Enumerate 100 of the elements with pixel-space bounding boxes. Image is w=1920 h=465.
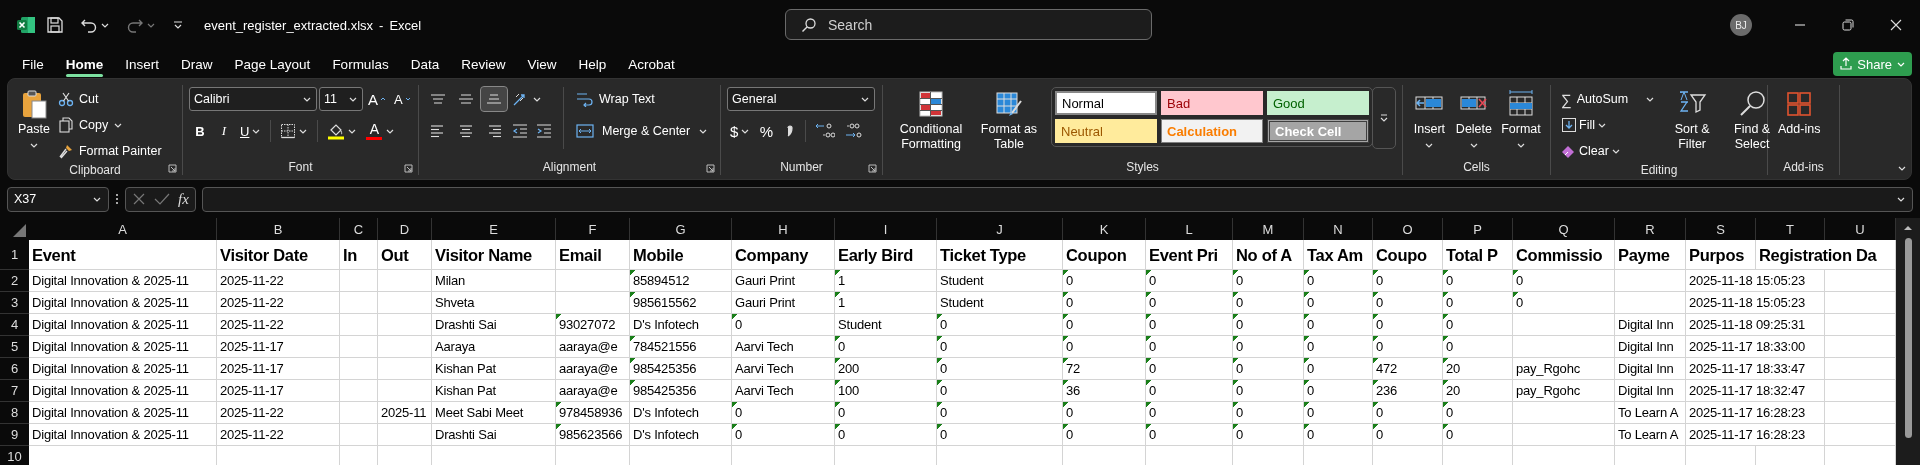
table-cell: 784521556	[630, 336, 732, 358]
table-cell: Digital Inn	[1615, 336, 1686, 358]
table-cell: 978458936	[556, 402, 630, 424]
table-brush-icon	[994, 89, 1024, 119]
table-cell: 0	[1373, 336, 1443, 358]
row-header[interactable]: 4	[0, 314, 29, 336]
merge-center-button[interactable]: Merge & Center	[572, 119, 713, 143]
insert-function-button[interactable]: fx	[178, 190, 189, 208]
more-icon	[1379, 113, 1389, 123]
grow-font-button[interactable]: A	[365, 87, 389, 111]
table-cell: 20	[1443, 380, 1513, 402]
number-format-dropdown[interactable]: General	[727, 87, 875, 111]
dialog-launcher-icon[interactable]	[404, 164, 413, 173]
ribbon-tab[interactable]: Draw	[170, 50, 224, 78]
ribbon-tab[interactable]: Formulas	[321, 50, 400, 78]
currency-button[interactable]: $	[727, 119, 754, 143]
paste-button[interactable]: Paste	[14, 87, 54, 152]
italic-button[interactable]: I	[213, 119, 235, 143]
format-button[interactable]: Format	[1498, 87, 1544, 152]
caret-icon	[172, 19, 184, 31]
ribbon-tab[interactable]: Acrobat	[617, 50, 686, 78]
formula-input[interactable]	[201, 186, 1913, 212]
table-cell: 0	[1233, 424, 1304, 446]
underline-button[interactable]: U	[237, 119, 265, 143]
lines-icon	[486, 123, 502, 139]
close-icon	[1890, 19, 1902, 31]
table-cell: Digital Innovation & 2025-11	[29, 380, 217, 402]
cell-style-swatch[interactable]: Neutral	[1055, 119, 1157, 143]
table-cell: Purpos	[1686, 240, 1756, 270]
ribbon-tab[interactable]: Insert	[114, 50, 171, 78]
dialog-launcher-icon[interactable]	[168, 164, 177, 173]
font-color-button[interactable]: A	[362, 119, 399, 143]
table-cell: 0	[1233, 402, 1304, 424]
cut-button[interactable]: Cut	[53, 87, 166, 111]
scrollbar-thumb[interactable]	[1904, 238, 1912, 438]
table-cell: Email	[556, 240, 630, 270]
row-header[interactable]: 5	[0, 336, 29, 358]
scroll-up-icon[interactable]	[1903, 224, 1913, 232]
table-cell: 0	[937, 314, 1063, 336]
conditional-formatting-button[interactable]: Conditional Formatting	[889, 87, 973, 154]
row-header[interactable]: 2	[0, 270, 29, 292]
clear-button[interactable]: Clear	[1557, 139, 1660, 163]
row-header[interactable]: 10	[0, 446, 29, 465]
font-size-dropdown[interactable]: 11	[319, 87, 363, 111]
add-ins-button[interactable]: Add-ins	[1774, 87, 1825, 139]
font-name-dropdown[interactable]: Calibri	[189, 87, 317, 111]
row-header[interactable]: 7	[0, 380, 29, 402]
bold-button[interactable]: B	[189, 119, 211, 143]
table-cell: 0	[1146, 358, 1233, 380]
indent-lines-icon	[512, 123, 528, 139]
ribbon-tab[interactable]: View	[516, 50, 568, 78]
ribbon-tab[interactable]: Page Layout	[223, 50, 322, 78]
more-options-icon[interactable]	[115, 192, 119, 206]
search-field[interactable]: Search	[785, 9, 1152, 40]
fill-button[interactable]: Fill	[1557, 113, 1660, 137]
wrap-lines-icon	[576, 91, 594, 107]
cell-style-swatch[interactable]: Bad	[1161, 91, 1263, 115]
row-header[interactable]: 3	[0, 292, 29, 314]
paintbrush-icon	[57, 143, 74, 159]
bottom-align-button[interactable]	[481, 87, 507, 111]
dialog-launcher-icon[interactable]	[706, 164, 715, 173]
row-header[interactable]: 9	[0, 424, 29, 446]
table-cell: 985615562	[630, 292, 732, 314]
dialog-launcher-icon[interactable]	[868, 164, 877, 173]
table-cell: 0	[1373, 402, 1443, 424]
table-cell: 0	[1443, 424, 1513, 446]
table-cell: Digital Innovation & 2025-11	[29, 358, 217, 380]
ribbon-tab[interactable]: File	[11, 50, 55, 78]
enter-button[interactable]	[154, 192, 170, 206]
copy-button[interactable]: Copy	[53, 113, 166, 137]
row-header[interactable]: 8	[0, 402, 29, 424]
name-box[interactable]: X37	[7, 186, 109, 212]
cancel-button[interactable]	[132, 192, 146, 206]
cell-style-swatch[interactable]: Normal	[1055, 91, 1157, 115]
insert-button[interactable]: Insert	[1409, 87, 1450, 152]
ribbon-tab[interactable]: Help	[567, 50, 618, 78]
table-cell: Ticket Type	[937, 240, 1063, 270]
table-cell: 2025-11-17	[217, 358, 340, 380]
table-cell: 2025-11-22	[217, 424, 340, 446]
ribbon-tab[interactable]: Data	[399, 50, 451, 78]
row-header[interactable]: 6	[0, 358, 29, 380]
restore-icon	[1842, 19, 1854, 31]
format-as-table-button[interactable]: Format as Table	[973, 87, 1045, 154]
autosum-button[interactable]: ∑ AutoSum	[1557, 87, 1660, 111]
sort-filter-button[interactable]: Sort & Filter	[1665, 87, 1720, 154]
table-cell: Digital Innovation & 2025-11	[29, 292, 217, 314]
ribbon-tab[interactable]: Home	[54, 50, 115, 78]
wrap-text-button[interactable]: Wrap Text	[572, 87, 713, 111]
table-cell: 0	[1443, 270, 1513, 292]
delete-button[interactable]: Delete	[1451, 87, 1496, 152]
table-cell: Visitor Date	[217, 240, 340, 270]
cell-style-swatch[interactable]: Good	[1267, 91, 1369, 115]
row-header[interactable]: 1	[0, 240, 29, 270]
user-avatar[interactable]: BJ	[1730, 14, 1752, 36]
percent-button[interactable]: %	[755, 119, 778, 143]
checkmark-icon	[154, 192, 170, 206]
ribbon-tab[interactable]: Review	[450, 50, 517, 78]
shrink-font-button[interactable]: A	[391, 87, 414, 111]
share-icon	[1839, 57, 1854, 71]
format-painter-button[interactable]: Format Painter	[53, 139, 166, 163]
